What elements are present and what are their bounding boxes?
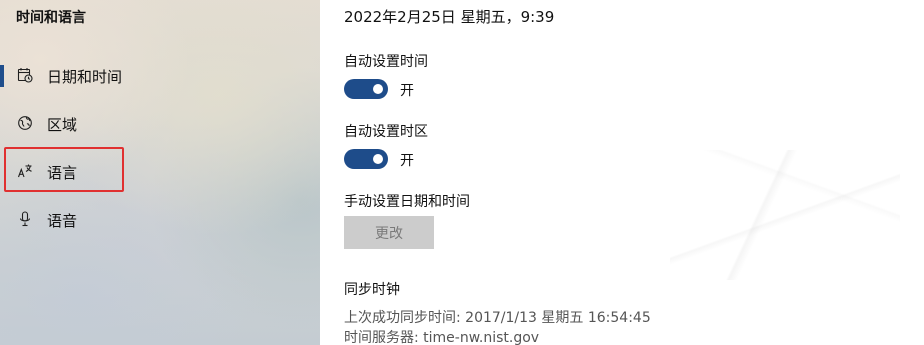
auto-timezone-label: 自动设置时区 [344, 124, 428, 140]
auto-time-label: 自动设置时间 [344, 54, 428, 70]
sidebar-title: 时间和语言 [16, 10, 86, 26]
time-server-text: 时间服务器: time-nw.nist.gov [344, 330, 540, 345]
sidebar-item-label: 语音 [47, 212, 78, 230]
current-date-time: 2022年2月25日 星期五，9:39 [344, 8, 555, 26]
sidebar-item-date-time[interactable]: 日期和时间 [0, 54, 320, 98]
auto-time-toggle[interactable] [344, 79, 388, 99]
auto-timezone-state: 开 [400, 153, 414, 169]
manual-datetime-label: 手动设置日期和时间 [344, 194, 470, 210]
auto-timezone-toggle[interactable] [344, 149, 388, 169]
active-indicator [0, 65, 4, 87]
microphone-icon [17, 211, 33, 227]
last-sync-text: 上次成功同步时间: 2017/1/13 星期五 16:54:45 [344, 310, 651, 326]
sidebar: 时间和语言 日期和时间 区域 语言 语音 [0, 0, 320, 345]
language-highlight-box [4, 147, 124, 192]
sidebar-item-region[interactable]: 区域 [0, 102, 320, 146]
auto-time-state: 开 [400, 83, 414, 99]
main-content: 2022年2月25日 星期五，9:39 自动设置时间 开 自动设置时区 开 手动… [320, 0, 924, 345]
sync-heading: 同步时钟 [344, 282, 400, 298]
sidebar-item-label: 区域 [47, 116, 78, 134]
sidebar-item-label: 日期和时间 [47, 68, 123, 86]
background-artifact [670, 150, 900, 280]
sidebar-item-speech[interactable]: 语音 [0, 198, 320, 242]
calendar-clock-icon [17, 67, 33, 83]
change-button[interactable]: 更改 [344, 216, 434, 249]
globe-icon [17, 115, 33, 131]
